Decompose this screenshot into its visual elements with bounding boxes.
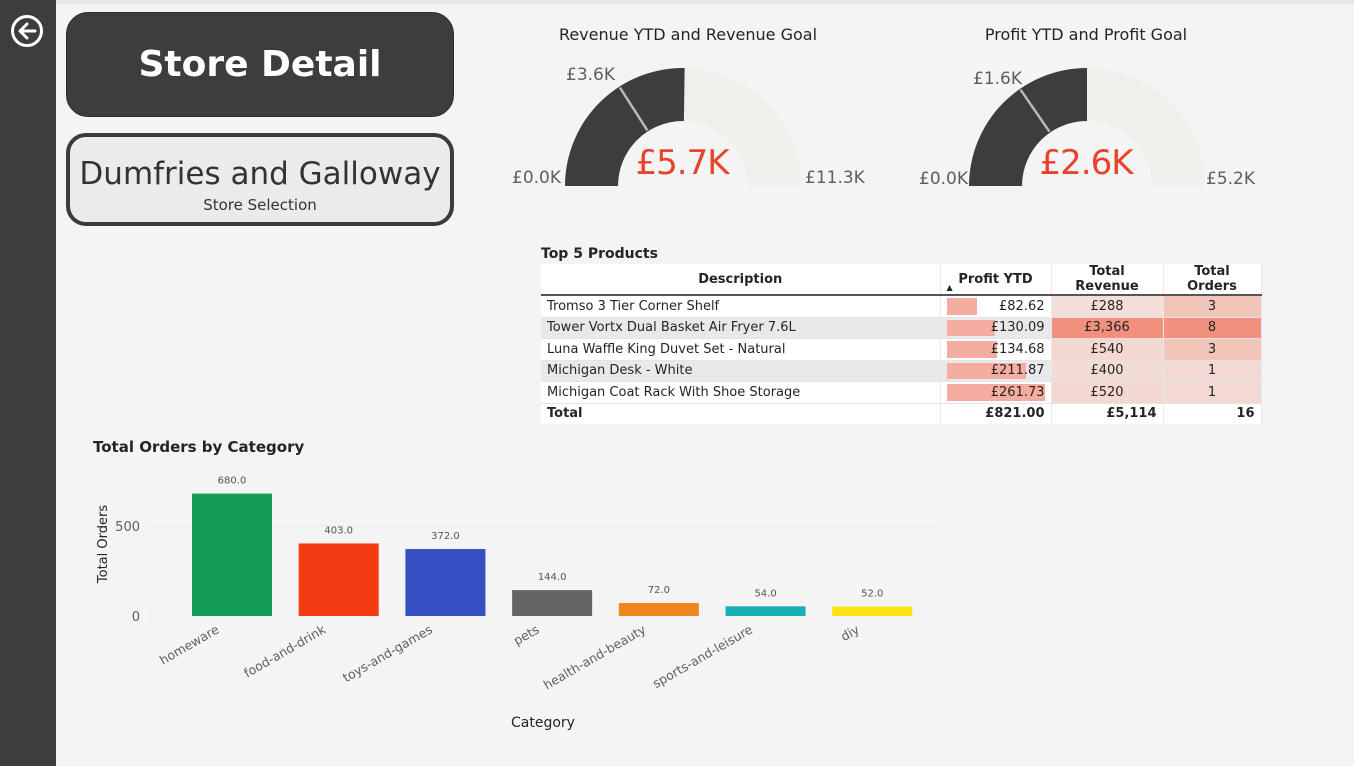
chart-title: Total Orders by Category (93, 438, 305, 456)
profit-gauge-title: Profit YTD and Profit Goal (984, 25, 1188, 44)
column-header-revenue[interactable]: Total Revenue (1051, 264, 1164, 296)
orders-value: 3 (1163, 338, 1262, 361)
total-profit: £821.00 (940, 402, 1052, 424)
store-selection-label: Store Selection (203, 196, 317, 214)
data-label: 144.0 (538, 572, 567, 583)
orders-value: 1 (1163, 381, 1262, 404)
revenue-gauge-min-label: £0.0K (512, 168, 561, 188)
top-border (0, 0, 1354, 4)
y-axis-title: Total Orders (96, 505, 111, 584)
profit-gauge-target-label: £1.6K (973, 69, 1022, 89)
revenue-value: £288 (1051, 295, 1164, 318)
total-orders: 16 (1163, 402, 1262, 424)
x-tick-label: health-and-beauty (541, 621, 649, 692)
sort-ascending-icon: ▲ (946, 283, 953, 292)
profit-value: £261.73 (990, 384, 1045, 400)
profit-gauge-value: £2.6K (1039, 143, 1134, 183)
y-tick-label: 0 (132, 610, 140, 625)
revenue-value: £520 (1051, 381, 1164, 404)
bar[interactable] (725, 606, 806, 616)
sidebar (0, 0, 56, 766)
top-products-table: Description ▲ Profit YTD Total Revenue To… (541, 264, 1262, 424)
revenue-value: £400 (1051, 360, 1164, 382)
profit-gauge-max-label: £5.2K (1206, 169, 1255, 189)
profit-data-bar (946, 319, 996, 336)
column-header-description[interactable]: Description (541, 264, 941, 296)
bar[interactable] (192, 493, 272, 616)
orders-value: 1 (1163, 360, 1262, 382)
store-selection-button[interactable]: Dumfries and Galloway Store Selection (66, 133, 454, 226)
profit-data-bar (946, 341, 997, 358)
top-products-title: Top 5 Products (541, 246, 658, 262)
bar[interactable] (512, 590, 593, 616)
data-label: 54.0 (754, 588, 776, 599)
page-title: Store Detail (138, 44, 382, 85)
data-label: 372.0 (431, 531, 460, 542)
profit-cell: £261.73 (940, 381, 1052, 404)
product-description: Michigan Coat Rack With Shoe Storage (541, 381, 941, 404)
x-tick-label: pets (511, 622, 542, 649)
profit-cell: £82.62 (940, 295, 1052, 318)
profit-value: £82.62 (999, 298, 1045, 314)
revenue-gauge-max-label: £11.3K (805, 168, 865, 188)
column-header-profit[interactable]: ▲ Profit YTD (940, 264, 1052, 296)
profit-cell: £211.87 (940, 360, 1052, 382)
back-arrow-icon[interactable] (10, 14, 44, 48)
column-header-orders[interactable]: Total Orders (1163, 264, 1262, 296)
product-description: Tromso 3 Tier Corner Shelf (541, 295, 941, 318)
profit-cell: £130.09 (940, 317, 1052, 339)
x-axis-title: Category (511, 715, 575, 731)
orders-value: 8 (1163, 317, 1262, 339)
profit-value: £130.09 (990, 320, 1045, 336)
x-tick-label: diy (838, 621, 862, 644)
product-description: Tower Vortx Dual Basket Air Fryer 7.6L (541, 317, 941, 339)
data-label: 680.0 (218, 476, 247, 487)
revenue-gauge-value: £5.7K (635, 143, 730, 183)
table-row[interactable]: Michigan Desk - White £211.87 £400 1 (541, 360, 1262, 382)
data-label: 72.0 (648, 585, 670, 596)
product-description: Luna Waffle King Duvet Set - Natural (541, 338, 941, 361)
data-label: 52.0 (861, 589, 883, 600)
column-header-profit-label: Profit YTD (958, 271, 1033, 287)
table-row[interactable]: Luna Waffle King Duvet Set - Natural £134… (541, 338, 1262, 361)
revenue-gauge-target-label: £3.6K (566, 65, 615, 85)
y-tick-label: 500 (115, 520, 140, 535)
profit-value: £211.87 (990, 363, 1045, 379)
total-label: Total (541, 402, 941, 424)
x-tick-label: sports-and-leisure (650, 621, 755, 691)
revenue-value: £3,366 (1051, 317, 1164, 339)
table-row[interactable]: Michigan Coat Rack With Shoe Storage £261… (541, 381, 1262, 404)
orders-value: 3 (1163, 295, 1262, 318)
total-revenue: £5,114 (1051, 402, 1164, 424)
bar[interactable] (832, 606, 913, 616)
profit-gauge-min-label: £0.0K (919, 169, 968, 189)
x-tick-label: homeware (157, 621, 222, 667)
table-row[interactable]: Tower Vortx Dual Basket Air Fryer 7.6L £1… (541, 317, 1262, 339)
table-total-row: Total £821.00 £5,114 16 (541, 402, 1262, 424)
revenue-value: £540 (1051, 338, 1164, 361)
table-row[interactable]: Tromso 3 Tier Corner Shelf £82.62 £288 3 (541, 295, 1262, 318)
product-description: Michigan Desk - White (541, 360, 941, 382)
table-header-row: Description ▲ Profit YTD Total Revenue To… (541, 264, 1262, 296)
bar[interactable] (405, 549, 486, 616)
data-label: 403.0 (324, 525, 353, 536)
bar[interactable] (618, 603, 699, 616)
x-tick-label: food-and-drink (241, 621, 329, 680)
profit-cell: £134.68 (940, 338, 1052, 361)
profit-data-bar (946, 298, 978, 315)
bar[interactable] (298, 543, 379, 616)
store-selection-value: Dumfries and Galloway (79, 156, 441, 192)
page-title-box: Store Detail (66, 12, 454, 117)
profit-value: £134.68 (990, 341, 1045, 357)
revenue-gauge-title: Revenue YTD and Revenue Goal (558, 25, 818, 44)
x-tick-label: toys-and-games (340, 622, 435, 685)
